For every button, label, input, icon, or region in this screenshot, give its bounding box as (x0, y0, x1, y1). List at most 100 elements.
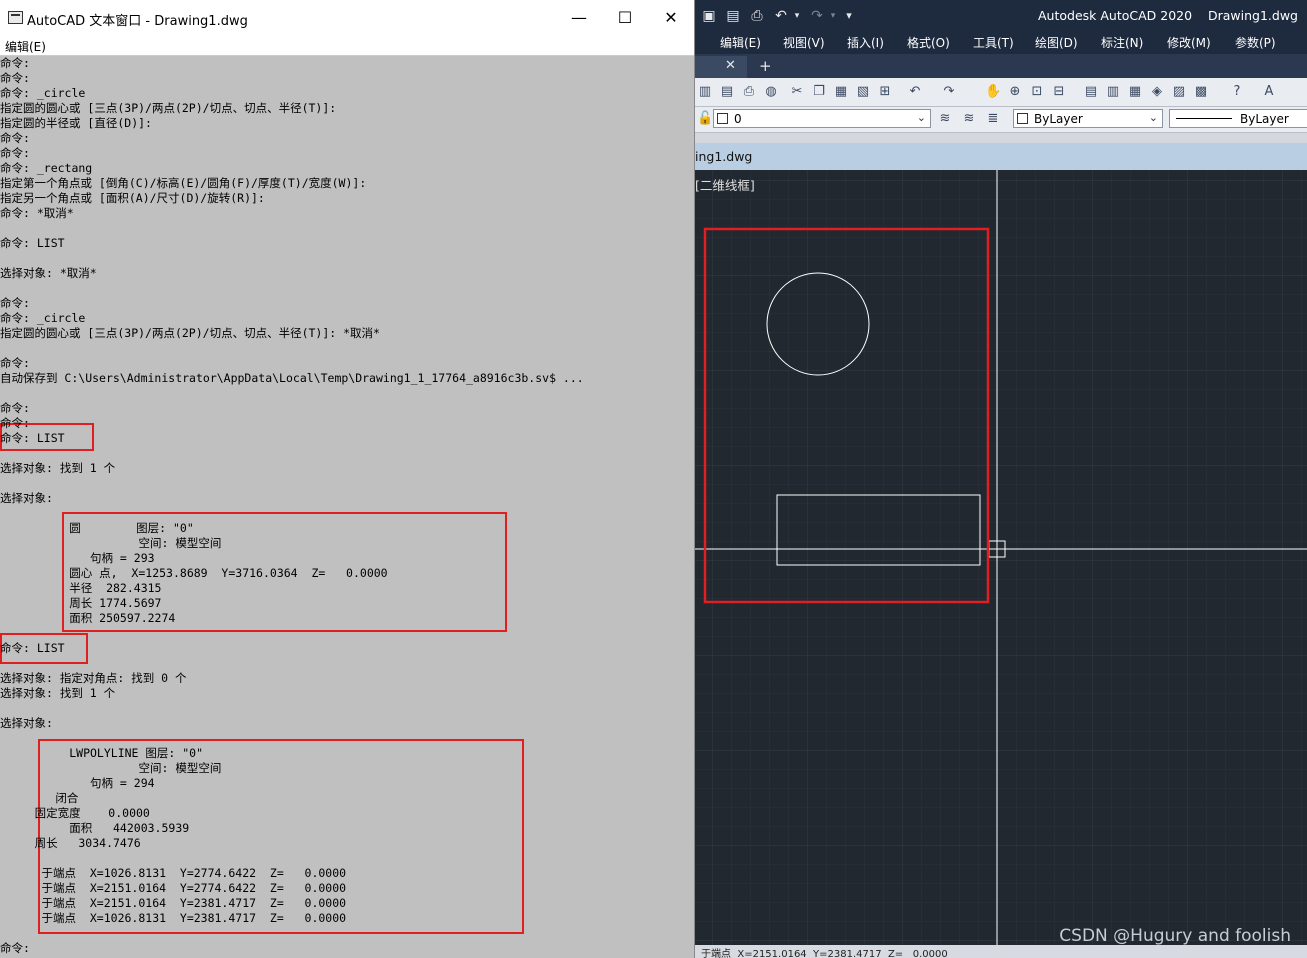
text-window-titlebar[interactable]: AutoCAD 文本窗口 - Drawing1.dwg — ☐ ✕ (0, 0, 694, 36)
properties-icon[interactable]: ▤ (1083, 84, 1099, 100)
cut-icon[interactable]: ✂ (789, 84, 805, 100)
command-line: 命令: LIST (0, 641, 65, 655)
redo-icon[interactable]: ↷ (941, 84, 957, 100)
command-line: 命令: (0, 401, 30, 415)
menu-parametric[interactable]: 参数(P) (1235, 34, 1276, 51)
menu-draw[interactable]: 绘图(D) (1035, 34, 1078, 51)
menu-tools[interactable]: 工具(T) (973, 34, 1014, 51)
command-line: 命令: (0, 146, 30, 160)
help-icon[interactable]: ? (1229, 84, 1245, 100)
layer-value: 0 (734, 112, 742, 126)
quick-access-toolbar: ▣ ▤ ⎙ ↶ ▾ ↷ ▾ ▾ Autodesk AutoCAD 2020 Dr… (695, 0, 1307, 32)
publish-icon[interactable]: ◍ (763, 84, 779, 100)
undo-icon[interactable]: ↶ (773, 8, 789, 24)
layer-state-icon[interactable]: ≣ (985, 111, 1001, 127)
command-line: 半径 282.4315 (0, 581, 162, 595)
menu-dimension[interactable]: 标注(N) (1101, 34, 1143, 51)
viewport-label[interactable]: [二维线框] (695, 175, 755, 194)
command-line: 闭合 (0, 791, 79, 805)
minimize-button[interactable]: — (556, 2, 602, 34)
copy-icon[interactable]: ❐ (811, 84, 827, 100)
command-line: 圆心 点, X=1253.8689 Y=3716.0364 Z= 0.0000 (0, 566, 388, 580)
match-properties-icon[interactable]: ▧ (855, 84, 871, 100)
layer-previous-icon[interactable]: ≋ (961, 111, 977, 127)
text-style-icon[interactable]: A (1261, 84, 1277, 100)
undo-dropdown-icon[interactable]: ▾ (789, 8, 805, 24)
command-line: 命令: _rectang (0, 161, 93, 175)
print-icon[interactable]: ⎙ (749, 8, 765, 24)
redo-dropdown-icon[interactable]: ▾ (825, 8, 841, 24)
zoom-realtime-icon[interactable]: ⊕ (1007, 84, 1023, 100)
command-line: 命令: (0, 296, 30, 310)
file-tab-drawing1[interactable]: ✕ (695, 56, 747, 78)
menu-edit[interactable]: 编辑(E) (5, 38, 46, 55)
quickcalc-icon[interactable]: ▩ (1193, 84, 1209, 100)
command-line: 指定第一个角点或 [倒角(C)/标高(E)/圆角(F)/厚度(T)/宽度(W)]… (0, 176, 367, 190)
command-line: 自动保存到 C:\Users\Administrator\AppData\Loc… (0, 371, 584, 385)
command-line: 命令: (0, 416, 30, 430)
sheet-set-icon[interactable]: ◈ (1149, 84, 1165, 100)
text-window: AutoCAD 文本窗口 - Drawing1.dwg — ☐ ✕ 编辑(E) … (0, 0, 694, 958)
close-button[interactable]: ✕ (648, 2, 694, 34)
save-icon[interactable]: ▤ (725, 8, 741, 24)
command-line: 句柄 = 294 (0, 776, 155, 790)
color-combo[interactable]: ByLayer ⌄ (1013, 109, 1163, 128)
toolbar-gap (695, 133, 1307, 143)
undo-icon[interactable]: ↶ (907, 84, 923, 100)
new-tab-icon[interactable]: + (759, 57, 772, 75)
command-line: 于端点 X=1026.8131 Y=2774.6422 Z= 0.0000 (0, 866, 347, 880)
linetype-combo[interactable]: ByLayer (1169, 109, 1307, 128)
paste-icon[interactable]: ▦ (833, 84, 849, 100)
save-icon[interactable]: ▤ (719, 84, 735, 100)
maximize-button[interactable]: ☐ (602, 2, 648, 34)
zoom-window-icon[interactable]: ⊡ (1029, 84, 1045, 100)
command-line: 指定圆的半径或 [直径(D)]: (0, 116, 152, 130)
markup-icon[interactable]: ▨ (1171, 84, 1187, 100)
command-line: 于端点 X=1026.8131 Y=2381.4717 Z= 0.0000 (0, 911, 347, 925)
command-history[interactable]: 命令: 命令: 命令: _circle 指定圆的圆心或 [三点(3P)/两点(2P)/… (0, 56, 694, 958)
make-current-layer-icon[interactable]: ≋ (937, 111, 953, 127)
command-line: 指定另一个角点或 [面积(A)/尺寸(D)/旋转(R)]: (0, 191, 265, 205)
customize-dropdown-icon[interactable]: ▾ (841, 8, 857, 24)
command-line: 圆 图层: "0" (0, 521, 194, 535)
drawing-viewport[interactable]: [二维线框] CSDN @Hugury and foolish (695, 170, 1307, 945)
pan-icon[interactable]: ✋ (985, 84, 1001, 100)
command-line: 选择对象: 找到 1 个 (0, 686, 116, 700)
cad-canvas[interactable] (695, 170, 1307, 945)
new-file-icon[interactable]: ▣ (701, 8, 717, 24)
command-line: 句柄 = 293 (0, 551, 155, 565)
command-line: 命令: (0, 131, 30, 145)
command-line: LWPOLYLINE 图层: "0" (0, 746, 204, 760)
redo-icon[interactable]: ↷ (809, 8, 825, 24)
command-line: 选择对象: *取消* (0, 266, 97, 280)
menu-modify[interactable]: 修改(M) (1167, 34, 1211, 51)
command-line: 命令: (0, 356, 30, 370)
command-line: 命令: LIST (0, 236, 65, 250)
menu-edit[interactable]: 编辑(E) (720, 34, 761, 51)
layer-combo[interactable]: 0 ⌄ (713, 109, 931, 128)
zoom-previous-icon[interactable]: ⊟ (1051, 84, 1067, 100)
open-icon[interactable]: ▥ (697, 84, 713, 100)
plot-icon[interactable]: ⎙ (741, 84, 757, 100)
command-line: 命令: _circle (0, 86, 86, 100)
color-value: ByLayer (1034, 112, 1083, 126)
menu-format[interactable]: 格式(O) (907, 34, 950, 51)
menu-view[interactable]: 视图(V) (783, 34, 825, 51)
command-line: 选择对象: 找到 1 个 (0, 461, 116, 475)
document-title-bar: ing1.dwg (695, 143, 1307, 171)
text-window-title: AutoCAD 文本窗口 - Drawing1.dwg (27, 14, 248, 29)
command-line: 周长 3034.7476 (0, 836, 141, 850)
autocad-window: ▣ ▤ ⎙ ↶ ▾ ↷ ▾ ▾ Autodesk AutoCAD 2020 Dr… (695, 0, 1307, 958)
autocad-title: Autodesk AutoCAD 2020 Drawing1.dwg (1038, 8, 1298, 23)
status-coordinates: 于端点 X=2151.0164 Y=2381.4717 Z= 0.0000 (701, 949, 948, 958)
tool-palettes-icon[interactable]: ▦ (1127, 84, 1143, 100)
design-center-icon[interactable]: ▥ (1105, 84, 1121, 100)
command-line: 周长 1774.5697 (0, 596, 162, 610)
file-tabs: ✕ + (695, 54, 1307, 78)
text-window-menubar: 编辑(E) (0, 36, 694, 56)
document-title: ing1.dwg (695, 149, 753, 164)
close-tab-icon[interactable]: ✕ (725, 58, 736, 73)
menu-insert[interactable]: 插入(I) (847, 34, 884, 51)
block-editor-icon[interactable]: ⊞ (877, 84, 893, 100)
command-line: 指定圆的圆心或 [三点(3P)/两点(2P)/切点、切点、半径(T)]: *取消… (0, 326, 380, 340)
